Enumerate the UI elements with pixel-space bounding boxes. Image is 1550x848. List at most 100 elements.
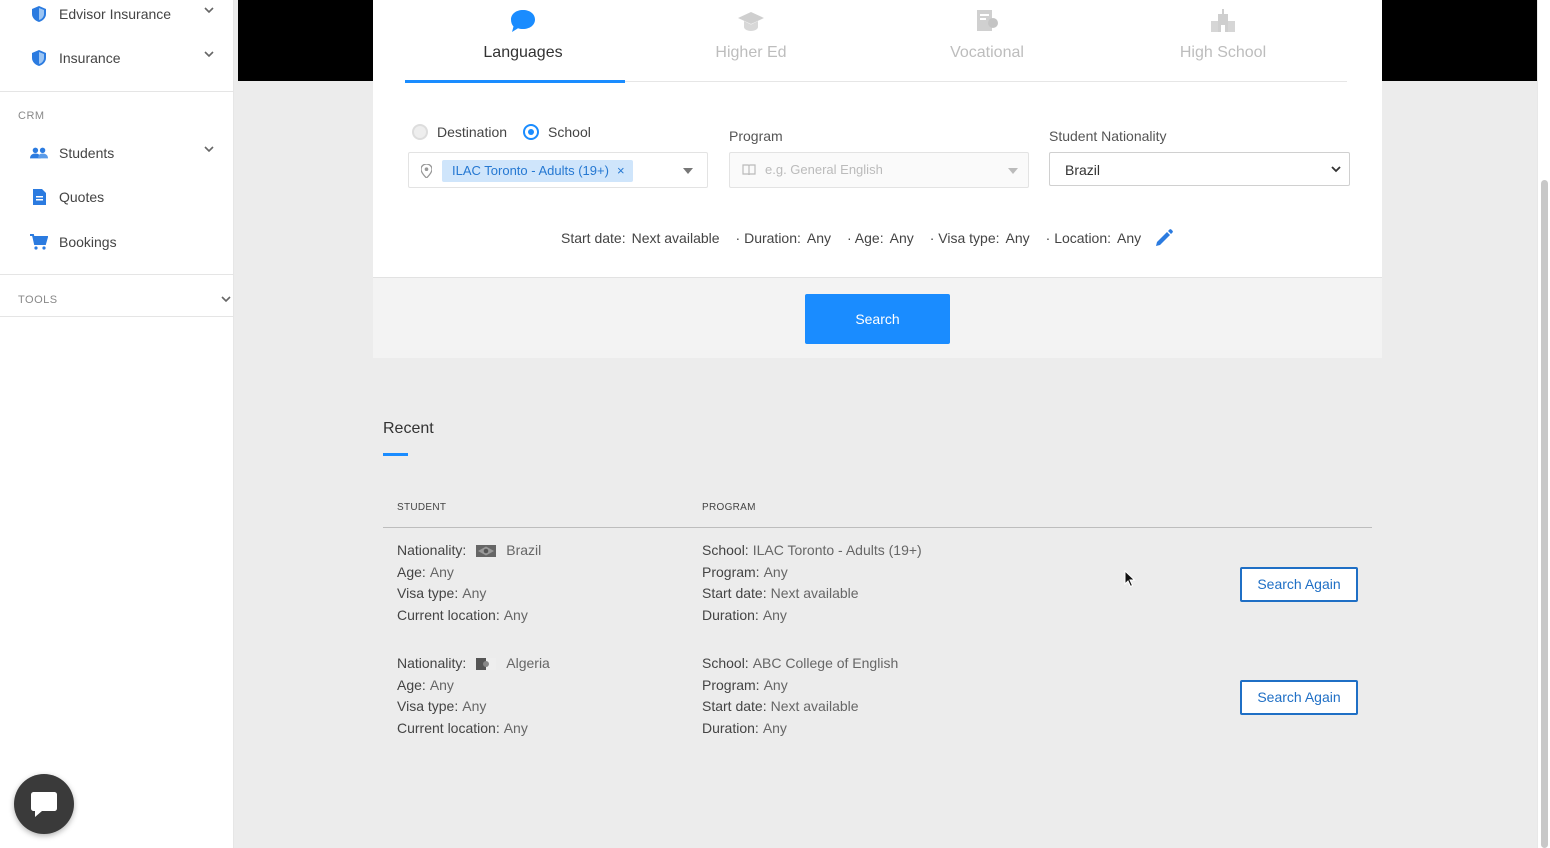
age-value: Any [429,563,454,580]
sidebar-item-label: Insurance [59,50,121,66]
location-value: Any [503,720,528,737]
age-label: Age: [397,676,426,693]
start-date-value: Next available [770,698,859,715]
location-label: Current location: [397,607,500,624]
caret-down-icon [1008,168,1018,174]
duration-label: Duration: [702,607,759,624]
shield-icon [30,5,48,23]
school-value: ABC College of English [752,655,899,671]
radio-school-label: School [548,124,591,140]
mouse-cursor-icon [1124,570,1136,588]
sidebar-item-edvisor-insurance[interactable]: Edvisor Insurance [0,0,234,34]
users-icon [30,144,48,162]
column-header-program: PROGRAM [702,502,756,513]
school-label: School: [702,655,749,671]
divider [0,91,234,92]
scrollbar[interactable] [1537,0,1550,848]
duration-label: Duration: [702,720,759,737]
start-date-label: Start date: [702,585,767,602]
brazil-flag-icon [476,544,497,557]
caret-down-icon [683,168,693,174]
cart-icon [30,233,48,251]
program-input[interactable]: e.g. General English [729,152,1029,188]
table-row-student: Nationality: Brazil Age: Any Visa type: An… [397,540,541,627]
age-value: Any [429,676,454,693]
location-label: Current location: [397,720,500,737]
tab-languages[interactable]: Languages [405,0,641,83]
radio-destination-label: Destination [437,124,508,140]
search-button[interactable]: Search [805,294,950,344]
search-again-button[interactable]: Search Again [1240,680,1358,715]
chevron-down-icon [221,296,231,303]
shield-icon [30,49,48,67]
edit-pencil-icon[interactable] [1154,228,1174,248]
column-header-student: STUDENT [397,502,447,513]
filter-duration-value: Any [806,230,832,246]
search-mode-radios: Destination School [412,124,591,140]
nationality-value: Brazil [506,542,542,558]
filter-visa-label: · Visa type: [929,230,1000,246]
tab-high-school[interactable]: High School [1105,0,1341,82]
filter-duration-label: · Duration: [735,230,801,246]
filter-visa-value: Any [1005,230,1030,246]
start-date-label: Start date: [702,698,767,715]
table-row-program: School: ILAC Toronto - Adults (19+) Progr… [702,540,922,627]
visa-label: Visa type: [397,585,459,602]
map-pin-icon [421,164,432,178]
radio-destination[interactable] [412,124,428,140]
visa-label: Visa type: [397,698,459,715]
search-again-button[interactable]: Search Again [1240,567,1358,602]
chevron-down-icon [204,7,214,14]
table-row-student: Nationality: Algeria Age: Any Visa type: A… [397,653,550,740]
recent-underline [383,453,408,456]
filter-location-label: · Location: [1045,230,1112,246]
nationality-select[interactable]: Brazil [1049,152,1350,186]
sidebar-item-label: Edvisor Insurance [59,6,172,22]
section-label-tools: TOOLS [18,294,58,306]
algeria-flag-icon [476,657,497,670]
tab-vocational[interactable]: Vocational [869,0,1105,82]
program-value: Any [763,563,788,580]
sidebar-item-label: Quotes [59,189,105,205]
tab-label: High School [1179,44,1267,61]
nationality-label: Student Nationality [1049,128,1167,144]
program-label: Program: [702,563,760,580]
divider [0,274,234,275]
divider [0,316,234,317]
tab-label: Vocational [950,44,1024,61]
chip-remove-icon[interactable]: × [617,163,625,178]
sidebar: Edvisor Insurance Insurance CRM Students… [0,0,234,848]
program-placeholder: e.g. General English [765,162,883,177]
school-chip: ILAC Toronto - Adults (19+) × [442,160,633,182]
table-header-divider [383,527,1372,528]
chat-bubble-icon [511,10,535,32]
chat-launcher-button[interactable] [14,774,74,834]
school-value: ILAC Toronto - Adults (19+) [752,542,922,558]
sidebar-item-quotes[interactable]: Quotes [0,177,234,217]
filter-age-value: Any [889,230,914,246]
tab-higher-ed[interactable]: Higher Ed [633,0,869,82]
sidebar-item-students[interactable]: Students [0,133,234,173]
sidebar-item-label: Students [59,145,115,161]
sidebar-item-insurance[interactable]: Insurance [0,38,234,78]
filter-location-value: Any [1117,230,1142,246]
section-toggle-tools[interactable]: TOOLS [18,294,231,306]
chat-icon [31,792,57,817]
filter-start-value: Next available [631,230,720,246]
school-select[interactable]: ILAC Toronto - Adults (19+) × [408,152,708,188]
radio-school[interactable] [523,124,540,140]
sidebar-item-bookings[interactable]: Bookings [0,222,234,262]
recent-title: Recent [383,420,434,437]
duration-value: Any [762,720,787,737]
document-icon [30,188,48,206]
filter-age-label: · Age: [847,230,884,246]
nationality-label: Nationality: [397,655,467,671]
section-label-crm: CRM [18,110,45,122]
visa-value: Any [462,585,487,602]
program-value: Any [763,676,788,693]
school-building-icon [1211,9,1235,32]
certificate-icon [977,10,998,31]
visa-value: Any [462,698,487,715]
scrollbar-thumb[interactable] [1541,180,1548,848]
start-date-value: Next available [770,585,859,602]
